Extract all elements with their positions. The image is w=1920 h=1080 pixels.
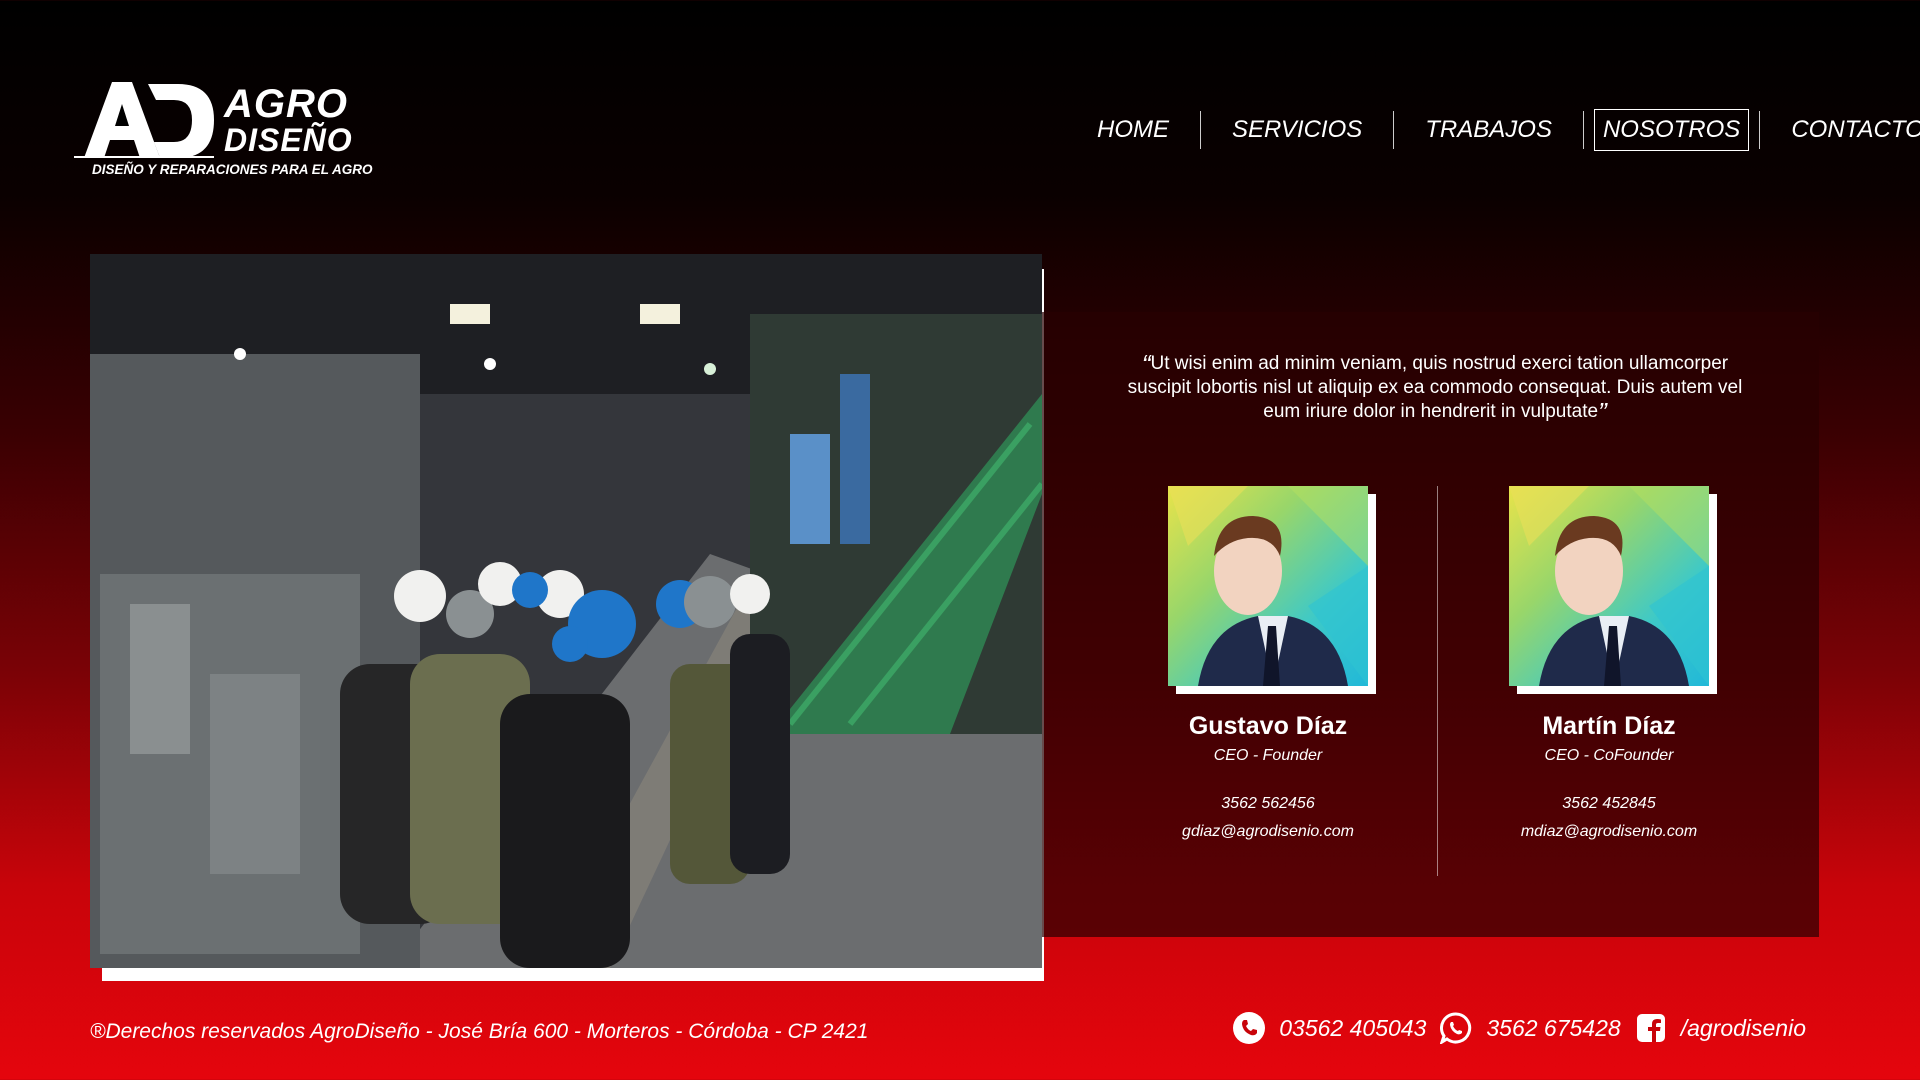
member-phone[interactable]: 3562 562456: [1118, 795, 1418, 813]
phone-icon: [1233, 1012, 1266, 1044]
footer-facebook[interactable]: /agrodisenio: [1681, 1015, 1806, 1042]
footer-whatsapp[interactable]: 3562 675428: [1486, 1015, 1620, 1042]
nav-trabajos[interactable]: TRABAJOS: [1412, 109, 1565, 151]
member-role: CEO - Founder: [1213, 747, 1323, 764]
person-illustration: [1509, 486, 1709, 686]
member-email[interactable]: gdiaz@agrodisenio.com: [1118, 823, 1418, 841]
nav-nosotros[interactable]: NOSOTROS: [1593, 109, 1750, 151]
factory-photo: [90, 254, 1042, 968]
factory-illustration: [90, 254, 1042, 968]
quote-close-icon: ”: [1598, 397, 1607, 427]
members-divider: [1437, 486, 1438, 876]
whatsapp-icon: [1440, 1012, 1472, 1044]
factory-photo-frame: [90, 254, 1044, 981]
footer-copyright: ®Derechos reservados AgroDiseño - José B…: [90, 1020, 869, 1043]
nav-home[interactable]: HOME: [1084, 109, 1182, 151]
nav-separator: [1582, 111, 1584, 149]
brand-line1: AGRO: [224, 82, 348, 126]
member-name: Martín Díaz: [1542, 712, 1676, 740]
nav-separator: [1200, 111, 1201, 149]
member-phone[interactable]: 3562 452845: [1459, 795, 1759, 813]
main-nav: HOME SERVICIOS TRABAJOS NOSOTROS CONTACT…: [1066, 108, 1920, 152]
nav-separator: [1759, 111, 1761, 149]
avatar-frame: [1509, 486, 1717, 694]
quote-open-icon: “: [1141, 349, 1151, 379]
avatar: [1509, 486, 1709, 686]
brand-tagline: DISEÑO Y REPARACIONES PARA EL AGRO: [92, 162, 373, 177]
person-illustration: [1168, 486, 1368, 686]
facebook-icon: [1636, 1014, 1665, 1042]
team-member-card: Gustavo Díaz CEO - Founder 3562 562456 g…: [1118, 486, 1418, 841]
brand-logo[interactable]: AGRO DISEÑO DISEÑO Y REPARACIONES PARA E…: [74, 80, 394, 190]
member-email[interactable]: mdiaz@agrodisenio.com: [1459, 823, 1759, 841]
footer-contacts: 03562 405043 3562 675428 /agrodisenio: [1233, 1012, 1820, 1044]
nav-servicios[interactable]: SERVICIOS: [1219, 109, 1375, 151]
nav-separator: [1393, 111, 1395, 149]
avatar-frame: [1168, 486, 1376, 694]
team-member-card: Martín Díaz CEO - CoFounder 3562 452845 …: [1459, 486, 1759, 841]
member-role: CEO - CoFounder: [1544, 747, 1674, 764]
ad-logo-icon: [74, 82, 214, 158]
nav-contacto[interactable]: CONTACTO: [1778, 109, 1920, 151]
member-name: Gustavo Díaz: [1188, 712, 1348, 740]
footer-phone[interactable]: 03562 405043: [1279, 1015, 1426, 1042]
quote-text: Ut wisi enim ad minim veniam, quis nostr…: [1127, 353, 1743, 422]
brand-line2: DISEÑO: [224, 122, 353, 158]
avatar: [1168, 486, 1368, 686]
quote-block: “Ut wisi enim ad minim veniam, quis nost…: [1125, 349, 1745, 427]
